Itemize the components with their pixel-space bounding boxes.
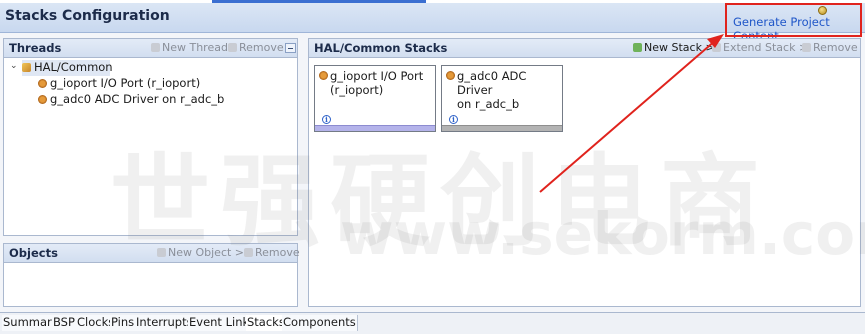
objects-panel-header: Objects New Object > Remove: [4, 244, 300, 263]
page-title: Stacks Configuration: [5, 8, 170, 24]
objects-panel: Objects New Object > Remove: [3, 243, 300, 307]
extend-icon: [712, 43, 721, 52]
stacks-panel-title: HAL/Common Stacks: [314, 41, 448, 55]
tree-item-hal-common[interactable]: HAL/Common: [22, 60, 113, 76]
tab-pins[interactable]: Pins: [110, 315, 137, 331]
add-icon: [157, 248, 166, 257]
hal-folder-icon: [22, 63, 31, 72]
tree-item-g-ioport[interactable]: g_ioport I/O Port (r_ioport): [38, 76, 200, 92]
annotation-highlight-box: [725, 3, 862, 37]
module-icon: [319, 71, 328, 80]
stack-card-status-bar: [442, 125, 562, 131]
editor-bottom-tabs: Summary BSP Clocks Pins Interrupts Event…: [0, 312, 865, 334]
remove-icon: [244, 248, 253, 257]
tab-components[interactable]: Components: [282, 315, 358, 331]
minimize-button[interactable]: [285, 43, 296, 53]
threads-panel-header: Threads New Thread Remove: [4, 39, 297, 58]
threads-panel: Threads New Thread Remove ⌄ HAL/Common g…: [3, 38, 298, 236]
stack-card-g-ioport[interactable]: g_ioport I/O Port (r_ioport) i: [314, 65, 436, 132]
info-icon[interactable]: i: [322, 115, 331, 124]
module-icon: [38, 95, 47, 104]
add-icon: [633, 43, 642, 52]
objects-panel-title: Objects: [9, 246, 58, 260]
remove-thread-button[interactable]: Remove: [228, 41, 284, 54]
module-icon: [38, 79, 47, 88]
remove-icon: [228, 43, 237, 52]
stack-card-g-adc0[interactable]: g_adc0 ADC Driver on r_adc_b i: [441, 65, 563, 132]
stacks-panel: HAL/Common Stacks New Stack > Extend Sta…: [308, 38, 861, 307]
extend-stack-button[interactable]: Extend Stack >: [712, 41, 808, 54]
tab-stacks[interactable]: Stacks: [246, 315, 287, 331]
threads-panel-title: Threads: [9, 41, 62, 55]
remove-icon: [802, 43, 811, 52]
stack-card-status-bar: [315, 125, 435, 131]
tab-interrupts[interactable]: Interrupts: [135, 315, 195, 331]
add-icon: [151, 43, 160, 52]
tree-item-g-adc0[interactable]: g_adc0 ADC Driver on r_adc_b: [38, 92, 224, 108]
stacks-panel-header: HAL/Common Stacks New Stack > Extend Sta…: [309, 39, 860, 58]
remove-stack-button[interactable]: Remove: [802, 41, 858, 54]
module-icon: [446, 71, 455, 80]
new-stack-button[interactable]: New Stack >: [633, 41, 715, 54]
remove-object-button[interactable]: Remove: [244, 246, 300, 259]
new-object-button[interactable]: New Object >: [157, 246, 244, 259]
new-thread-button[interactable]: New Thread: [151, 41, 228, 54]
info-icon[interactable]: i: [449, 115, 458, 124]
threads-tree: ⌄ HAL/Common g_ioport I/O Port (r_ioport…: [5, 59, 296, 234]
collapse-twisty-icon[interactable]: ⌄: [10, 61, 18, 71]
tab-bsp[interactable]: BSP: [52, 315, 77, 331]
